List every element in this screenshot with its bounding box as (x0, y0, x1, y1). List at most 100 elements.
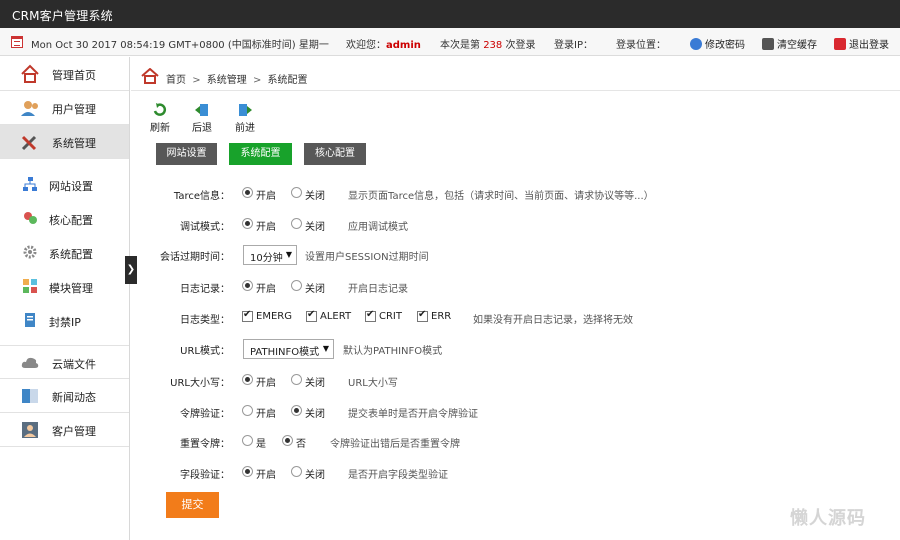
token-label: 令牌验证： (180, 409, 230, 420)
form-row-tarce: Tarce信息： 开启 关闭 显示页面Tarce信息，包括（请求时间、当前页面、… (0, 184, 900, 204)
field-check-label: 字段验证： (180, 470, 230, 481)
refresh-icon (153, 103, 167, 116)
field-check-on-label: 开启 (256, 470, 276, 481)
breadcrumb-current: 系统配置 (267, 75, 308, 86)
log-on-label: 开启 (256, 284, 276, 295)
change-password-label: 修改密码 (705, 40, 745, 51)
form-row-url-case: URL大小写： 开启 关闭 URL大小写 (0, 371, 900, 391)
token-reset-no-radio[interactable] (282, 435, 293, 446)
refresh-label: 刷新 (150, 123, 170, 134)
token-off-radio[interactable] (291, 405, 302, 416)
watermark: 懒人源码 (790, 508, 866, 529)
tab-site-settings[interactable]: 网站设置 (156, 143, 217, 165)
refresh-button[interactable]: 刷新 (145, 103, 175, 134)
form-row-session: 会话过期时间： 10分钟 ▼ 设置用户SESSION过期时间 (0, 245, 900, 265)
visits-count: 238 (483, 40, 503, 51)
title-bar: CRM客户管理系统 (0, 0, 900, 28)
tarce-hint: 显示页面Tarce信息，包括（请求时间、当前页面、请求协议等等...） (348, 191, 654, 202)
sidebar-item-label: 系统管理 (52, 137, 96, 150)
submit-button[interactable]: 提交 (166, 492, 219, 518)
logtype-emerg-checkbox[interactable] (242, 309, 253, 322)
sidebar-item-label: 管理首页 (52, 69, 96, 82)
logtype-err-label: ERR (431, 311, 452, 322)
tarce-on-label: 开启 (256, 191, 276, 202)
change-password-link[interactable]: 修改密码 (690, 36, 745, 51)
field-check-off-radio[interactable] (291, 466, 302, 477)
visits-prefix: 本次是第 (440, 40, 480, 51)
url-case-hint: URL大小写 (348, 378, 398, 389)
token-reset-yes-label: 是 (256, 439, 266, 450)
logtype-crit-checkbox[interactable] (365, 309, 376, 322)
token-off-label: 关闭 (305, 409, 325, 420)
logtype-alert-checkbox[interactable] (306, 309, 317, 322)
token-hint: 提交表单时是否开启令牌验证 (348, 409, 478, 420)
form-row-debug: 调试模式： 开启 关闭 应用调试模式 (0, 215, 900, 235)
sidebar-item-system[interactable]: 系统管理 (0, 125, 129, 159)
url-case-on-label: 开启 (256, 378, 276, 389)
debug-off-radio[interactable] (291, 218, 302, 229)
form-row-log-type: 日志类型： EMERG ALERT CRIT ERR 如果没有开启日志记录，选择… (0, 308, 900, 328)
sidebar-item-users[interactable]: 用户管理 (0, 91, 129, 125)
log-on-radio[interactable] (242, 280, 253, 291)
user-key-icon (690, 38, 702, 50)
form-row-token: 令牌验证： 开启 关闭 提交表单时是否开启令牌验证 (0, 402, 900, 422)
session-hint: 设置用户SESSION过期时间 (305, 252, 429, 263)
url-case-on-radio[interactable] (242, 374, 253, 385)
logtype-label: 日志类型： (180, 315, 230, 326)
tools-icon (21, 135, 37, 151)
url-case-off-label: 关闭 (305, 378, 325, 389)
logout-link[interactable]: 退出登录 (834, 36, 889, 51)
url-mode-value: PATHINFO模式 (250, 347, 320, 358)
form-row-token-reset: 重置令牌： 是 否 令牌验证出错后是否重置令牌 (0, 432, 900, 452)
tab-system-config[interactable]: 系统配置 (229, 143, 292, 165)
tarce-off-label: 关闭 (305, 191, 325, 202)
breadcrumb-separator: > (252, 75, 262, 86)
session-timeout-value: 10分钟 (250, 253, 283, 264)
log-hint: 开启日志记录 (348, 284, 408, 295)
debug-on-radio[interactable] (242, 218, 253, 229)
clear-cache-label: 清空缓存 (777, 40, 817, 51)
url-case-label: URL大小写： (170, 378, 230, 389)
token-reset-label: 重置令牌： (180, 439, 230, 450)
url-mode-label: URL模式： (180, 346, 230, 357)
field-check-on-radio[interactable] (242, 466, 253, 477)
tarce-off-radio[interactable] (291, 187, 302, 198)
back-button[interactable]: 后退 (187, 103, 217, 134)
url-case-off-radio[interactable] (291, 374, 302, 385)
session-timeout-select[interactable]: 10分钟 ▼ (243, 245, 297, 265)
debug-label: 调试模式： (180, 222, 230, 233)
app-title: CRM客户管理系统 (12, 9, 113, 23)
form-row-url-mode: URL模式： PATHINFO模式 ▼ 默认为PATHINFO模式 (0, 339, 900, 359)
form-row-field-check: 字段验证： 开启 关闭 是否开启字段类型验证 (0, 463, 900, 483)
breadcrumb-home-link[interactable]: 首页 (166, 75, 186, 86)
logtype-err-checkbox[interactable] (417, 309, 428, 322)
breadcrumb-separator: > (192, 75, 201, 86)
visit-count-text: 本次是第 238 次登录 (440, 36, 535, 51)
welcome-prefix: 欢迎您： (346, 40, 386, 51)
home-icon (141, 68, 159, 84)
logtype-crit-label: CRIT (379, 311, 402, 322)
login-ip: 登录IP： (554, 40, 593, 51)
url-mode-select[interactable]: PATHINFO模式 ▼ (243, 339, 334, 359)
clear-cache-link[interactable]: 清空缓存 (762, 36, 817, 51)
back-label: 后退 (192, 123, 212, 134)
login-location: 登录位置： (616, 40, 666, 51)
debug-off-label: 关闭 (305, 222, 325, 233)
forward-button[interactable]: 前进 (230, 103, 260, 134)
log-off-radio[interactable] (291, 280, 302, 291)
tab-core-config[interactable]: 核心配置 (304, 143, 366, 165)
home-icon (21, 64, 39, 83)
chevron-down-icon: ▼ (322, 344, 329, 353)
token-reset-yes-radio[interactable] (242, 435, 253, 446)
forward-icon (239, 104, 252, 116)
breadcrumb-section-link[interactable]: 系统管理 (207, 75, 247, 86)
token-on-radio[interactable] (242, 405, 253, 416)
sidebar-item-home[interactable]: 管理首页 (0, 57, 129, 91)
username: admin (386, 40, 421, 51)
info-bar: Mon Oct 30 2017 08:54:19 GMT+0800 (中国标准时… (0, 28, 900, 56)
debug-hint: 应用调试模式 (348, 222, 408, 233)
forward-label: 前进 (235, 123, 255, 134)
tarce-on-radio[interactable] (242, 187, 253, 198)
form-row-log: 日志记录： 开启 关闭 开启日志记录 (0, 277, 900, 297)
current-datetime: Mon Oct 30 2017 08:54:19 GMT+0800 (中国标准时… (31, 40, 329, 51)
